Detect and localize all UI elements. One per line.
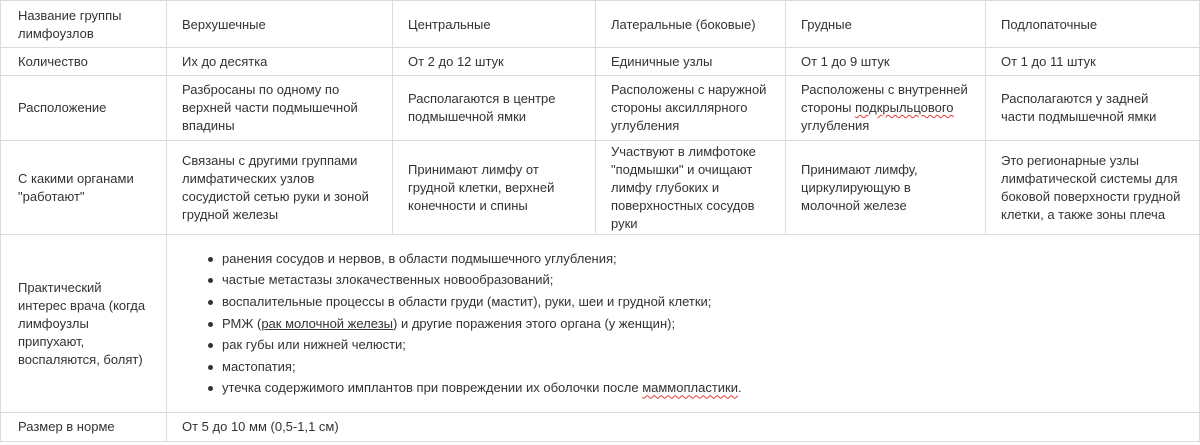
location-apical-cell: Разбросаны по одному по верхней части по…: [166, 75, 393, 141]
list-item-text-before: утечка содержимого имплантов при поврежд…: [222, 380, 643, 396]
location-central-cell: Располагаются в центре подмышечной ямки: [392, 75, 596, 141]
location-pectoral-text-after: углубления: [801, 118, 870, 133]
organs-apical-cell: Связаны с другими группами лимфатических…: [166, 140, 393, 235]
list-item: рак губы или нижней челюсти;: [208, 336, 1185, 354]
list-item-text-after: ) и другие поражения этого органа (у жен…: [393, 315, 676, 331]
organs-lateral-cell: Участвуют в лимфотоке "подмышки" и очища…: [595, 140, 786, 235]
size-row: Размер в норме От 5 до 10 мм (0,5-1,1 см…: [0, 412, 1200, 442]
count-apical-cell: Их до десятка: [166, 47, 393, 76]
count-label-cell: Количество: [0, 47, 167, 76]
organs-pectoral-cell: Принимают лимфу, циркулирующую в молочно…: [785, 140, 986, 235]
count-row: Количество Их до десятка От 2 до 12 штук…: [0, 47, 1200, 76]
list-item: воспалительные процессы в области груди …: [208, 293, 1185, 311]
spellcheck-underlined-word: подкрыльцового: [855, 100, 954, 115]
header-central-cell: Центральные: [392, 0, 596, 48]
count-lateral-cell: Единичные узлы: [595, 47, 786, 76]
interest-row: Практический интерес врача (когда лимфоу…: [0, 234, 1200, 413]
list-item: РМЖ (рак молочной железы) и другие пораж…: [208, 315, 1185, 333]
size-value-cell: От 5 до 10 мм (0,5-1,1 см): [166, 412, 1200, 442]
header-pectoral-cell: Грудные: [785, 0, 986, 48]
organs-row: С какими органами "работают" Связаны с д…: [0, 140, 1200, 235]
location-subscapular-cell: Располагаются у задней части подмышечной…: [985, 75, 1200, 141]
list-item-text-after: .: [738, 380, 742, 396]
list-item: частые метастазы злокачественных новообр…: [208, 271, 1185, 289]
location-row: Расположение Разбросаны по одному по вер…: [0, 75, 1200, 141]
list-item: ранения сосудов и нервов, в области подм…: [208, 250, 1185, 268]
lymph-nodes-table: Название группы лимфоузлов Верхушечные Ц…: [0, 0, 1200, 442]
header-apical-cell: Верхушечные: [166, 0, 393, 48]
count-pectoral-cell: От 1 до 9 штук: [785, 47, 986, 76]
organs-subscapular-cell: Это регионарные узлы лимфатической систе…: [985, 140, 1200, 235]
organs-central-cell: Принимают лимфу от грудной клетки, верхн…: [392, 140, 596, 235]
organs-label-cell: С какими органами "работают": [0, 140, 167, 235]
count-subscapular-cell: От 1 до 11 штук: [985, 47, 1200, 76]
location-label-cell: Расположение: [0, 75, 167, 141]
header-subscapular-cell: Подлопаточные: [985, 0, 1200, 48]
size-label-cell: Размер в норме: [0, 412, 167, 442]
header-lateral-cell: Латеральные (боковые): [595, 0, 786, 48]
count-central-cell: От 2 до 12 штук: [392, 47, 596, 76]
interest-label-cell: Практический интерес врача (когда лимфоу…: [0, 234, 167, 413]
spellcheck-underlined-word: маммопластики: [642, 380, 738, 396]
breast-cancer-link[interactable]: рак молочной железы: [261, 316, 393, 331]
list-item: мастопатия;: [208, 358, 1185, 376]
header-row: Название группы лимфоузлов Верхушечные Ц…: [0, 0, 1200, 48]
location-pectoral-cell: Расположены с внутренней стороны подкрыл…: [785, 75, 986, 141]
lymph-nodes-table-container: Название группы лимфоузлов Верхушечные Ц…: [0, 0, 1200, 445]
location-lateral-cell: Расположены с наружной стороны аксиллярн…: [595, 75, 786, 141]
list-item: утечка содержимого имплантов при поврежд…: [208, 379, 1185, 397]
interest-list-cell: ранения сосудов и нервов, в области подм…: [166, 234, 1200, 413]
interest-list: ранения сосудов и нервов, в области подм…: [182, 250, 1185, 398]
header-group-name-cell: Название группы лимфоузлов: [0, 0, 167, 48]
list-item-text-before: РМЖ (: [222, 315, 262, 331]
